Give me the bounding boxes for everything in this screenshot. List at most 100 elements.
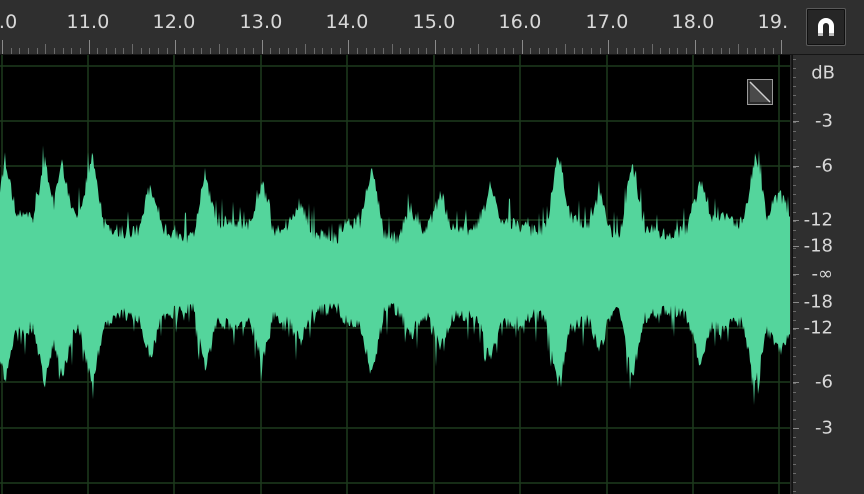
ruler-tick	[244, 48, 246, 54]
ruler-tick	[547, 48, 549, 54]
amplitude-tick	[793, 185, 796, 186]
ruler-tick	[435, 40, 436, 54]
amplitude-label: -3	[815, 110, 833, 132]
ruler-label: 15.0	[412, 11, 456, 33]
ruler-tick	[521, 40, 523, 54]
ruler-tick	[45, 44, 47, 54]
ruler-label: 16.0	[498, 11, 542, 33]
amplitude-tick	[793, 401, 796, 402]
ruler-tick	[105, 48, 107, 54]
amplitude-tick	[793, 176, 796, 177]
ruler-tick	[504, 48, 506, 54]
ruler-tick	[201, 48, 203, 54]
amplitude-tick	[793, 220, 799, 221]
ruler-tick	[10, 48, 12, 54]
amplitude-tick	[793, 293, 796, 294]
magnet-icon	[818, 18, 834, 36]
amplitude-label: -∞	[811, 263, 834, 285]
ruler-label: 0.0	[0, 11, 18, 33]
ruler-tick	[357, 48, 359, 54]
ruler-tick	[27, 48, 29, 54]
ruler-tick	[391, 44, 393, 54]
ruler-tick	[478, 44, 480, 54]
ruler-label: 12.0	[152, 11, 196, 33]
ruler-tick	[53, 48, 55, 54]
amplitude-tick	[793, 140, 796, 141]
amplitude-tick	[793, 274, 799, 275]
amplitude-tick	[793, 328, 799, 329]
ruler-tick	[608, 40, 610, 54]
ruler-tick	[703, 48, 705, 54]
ruler-tick	[166, 48, 168, 54]
ruler-tick	[556, 48, 558, 54]
ruler-tick	[218, 44, 220, 54]
ruler-tick	[2, 40, 3, 54]
ruler-tick	[417, 48, 419, 54]
amplitude-tick	[793, 338, 796, 339]
ruler-tick	[426, 48, 428, 54]
ruler-tick	[192, 48, 194, 54]
amplitude-tick	[793, 239, 796, 240]
ruler-tick	[409, 48, 411, 54]
amplitude-tick	[793, 266, 796, 267]
amplitude-tick	[793, 131, 796, 132]
ruler-tick	[573, 48, 575, 54]
amplitude-tick	[793, 311, 796, 312]
amplitude-label: -6	[815, 155, 833, 177]
amplitude-tick	[793, 302, 799, 303]
ruler-tick	[460, 48, 462, 54]
waveform-shape	[0, 145, 790, 405]
amplitude-tick	[793, 374, 796, 375]
ruler-tick	[564, 44, 566, 54]
amplitude-tick	[793, 246, 799, 247]
amplitude-tick	[793, 419, 796, 420]
amplitude-label: -18	[803, 291, 833, 313]
amplitude-tick	[793, 248, 796, 249]
ruler-tick	[634, 48, 636, 54]
amplitude-tick	[793, 284, 796, 285]
waveform-canvas[interactable]	[0, 55, 790, 494]
zoom-corner-icon[interactable]	[747, 79, 773, 105]
amplitude-tick	[793, 329, 796, 330]
ruler-tick	[729, 48, 731, 54]
ruler-tick	[348, 40, 350, 54]
amplitude-tick	[793, 347, 796, 348]
amplitude-tick	[793, 149, 796, 150]
amplitude-tick	[793, 356, 796, 357]
ruler-tick	[694, 40, 696, 54]
ruler-tick	[712, 48, 714, 54]
ruler-tick	[755, 48, 757, 54]
ruler-tick	[772, 48, 774, 54]
ruler-tick	[97, 48, 99, 54]
ruler-tick	[62, 48, 64, 54]
ruler-tick	[677, 48, 679, 54]
ruler-tick	[322, 48, 324, 54]
ruler-label: 19.	[757, 11, 789, 33]
ruler-tick	[746, 48, 748, 54]
ruler-tick	[365, 48, 367, 54]
amplitude-scale[interactable]: dB -3 -6 -12 -18 -∞ -18 -12 -6 -3	[792, 55, 864, 494]
ruler-tick	[530, 48, 532, 54]
ruler-tick	[668, 48, 670, 54]
amplitude-tick	[793, 121, 799, 122]
amplitude-tick	[793, 59, 796, 60]
ruler-tick	[686, 48, 688, 54]
amplitude-tick	[793, 482, 796, 483]
amplitude-tick	[793, 68, 796, 69]
ruler-tick	[19, 48, 21, 54]
amplitude-tick	[793, 446, 796, 447]
ruler-label: 18.0	[671, 11, 715, 33]
snap-button[interactable]	[806, 8, 846, 46]
amplitude-tick	[793, 230, 796, 231]
ruler-tick	[71, 48, 73, 54]
ruler-tick	[486, 48, 488, 54]
ruler-tick	[296, 48, 298, 54]
amplitude-tick	[793, 95, 796, 96]
waveform-display[interactable]	[0, 55, 791, 494]
time-ruler[interactable]: 0.0 11.0 12.0 13.0 14.0 15.0 16.0 17.0 1…	[0, 0, 792, 55]
ruler-tick	[339, 48, 341, 54]
ruler-tick	[88, 40, 90, 54]
ruler-tick	[157, 48, 159, 54]
amplitude-tick	[793, 392, 796, 393]
amplitude-tick	[793, 410, 796, 411]
